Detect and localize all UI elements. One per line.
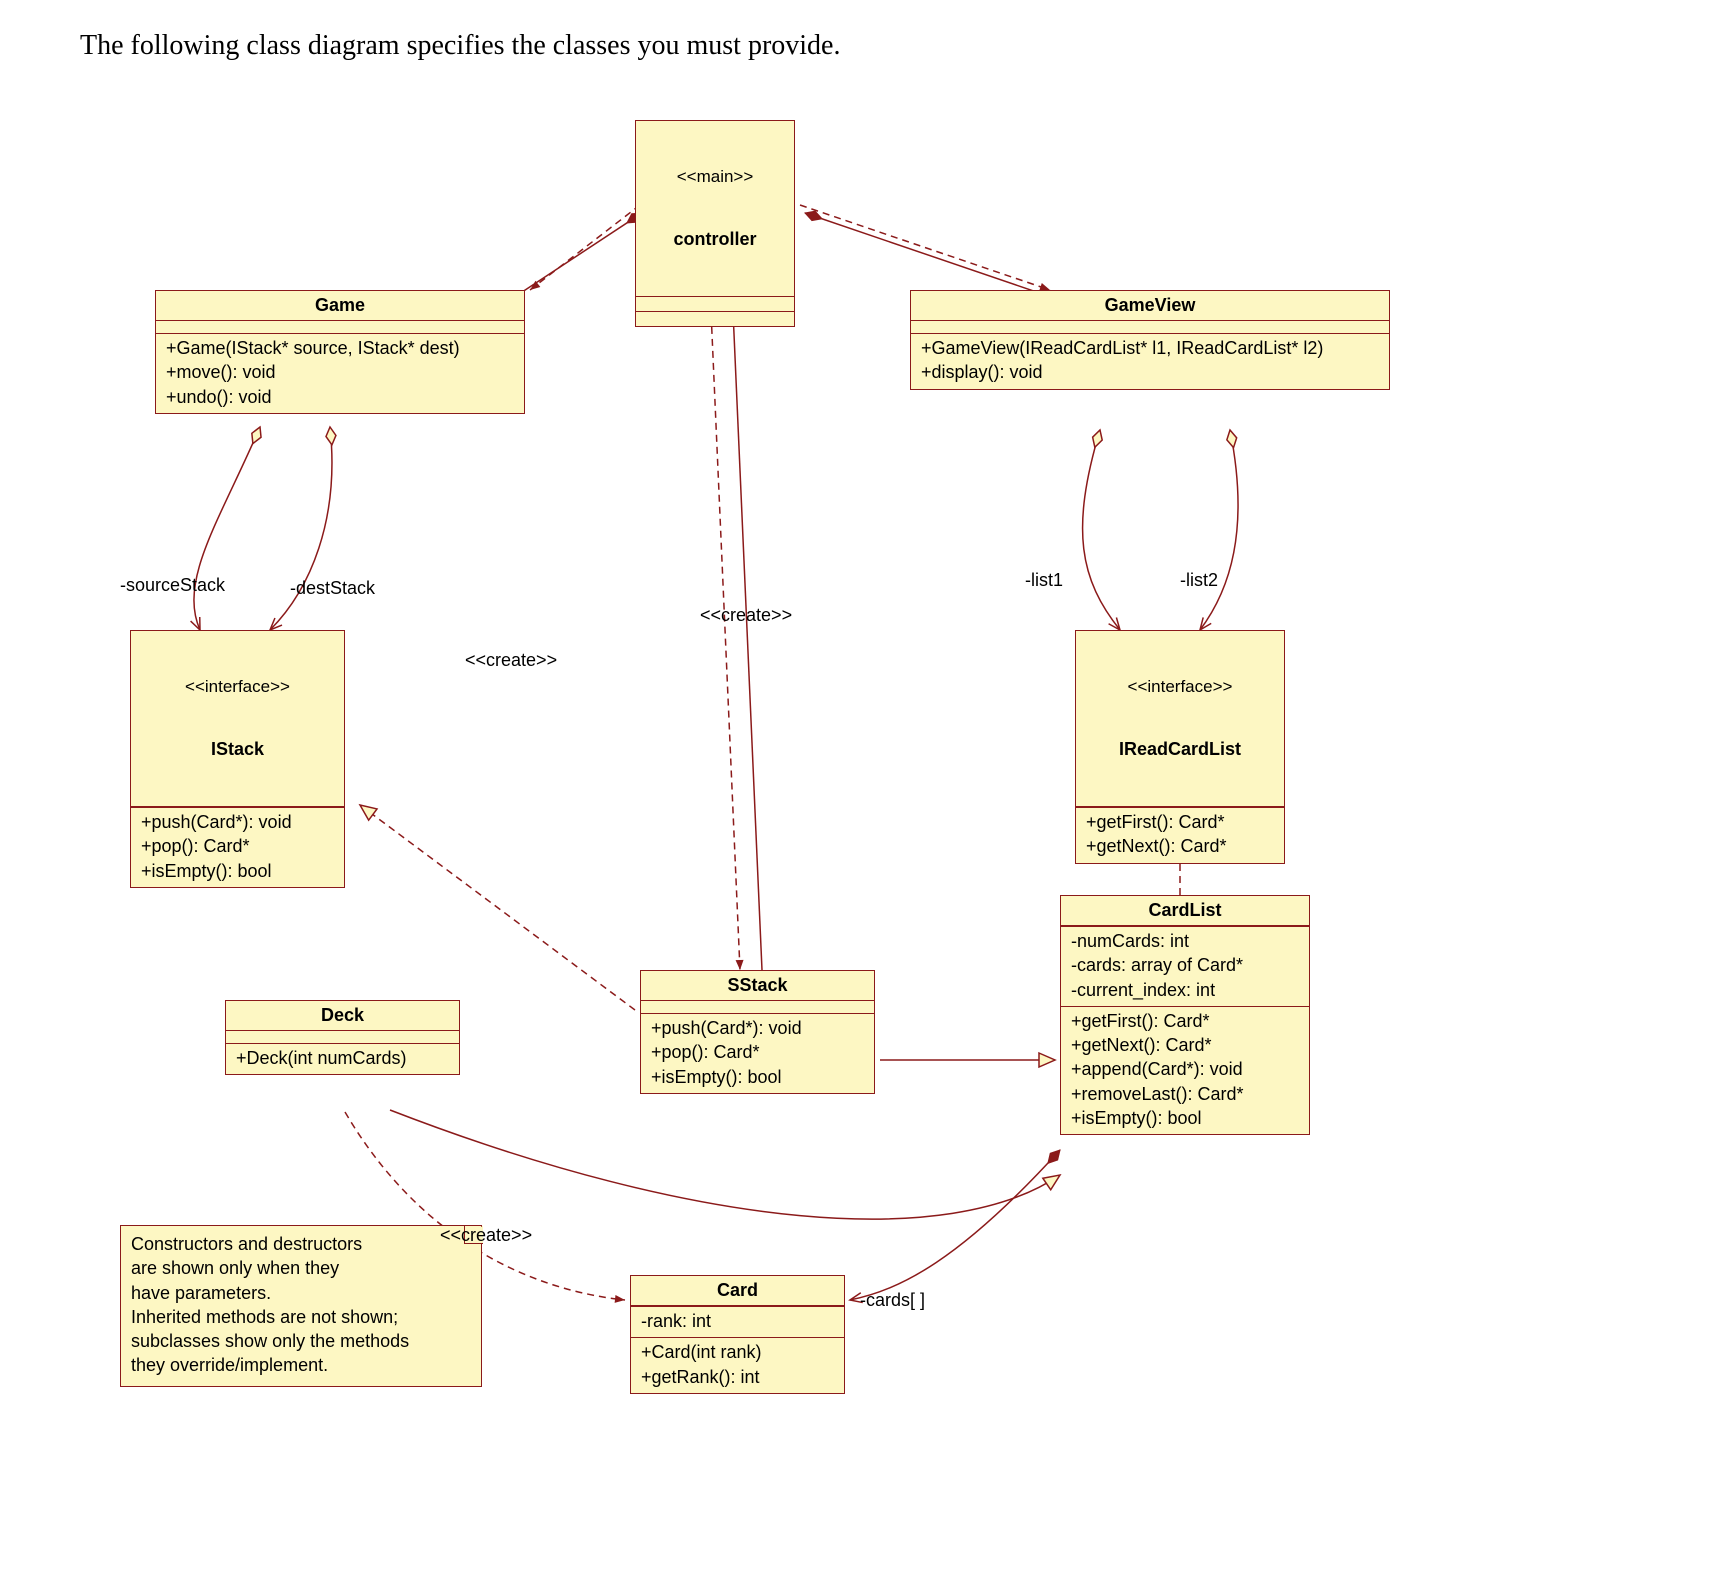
label-sourcestack: -sourceStack — [120, 575, 225, 596]
ireadcardlist-ops: +getFirst(): Card* +getNext(): Card* — [1076, 807, 1284, 863]
label-cards: -cards[ ] — [860, 1290, 925, 1311]
ireadcardlist-name: IReadCardList — [1086, 739, 1274, 760]
deck-ops: +Deck(int numCards) — [226, 1043, 459, 1074]
cardlist-attrs: -numCards: int -cards: array of Card* -c… — [1061, 926, 1309, 1006]
caption: The following class diagram specifies th… — [80, 30, 840, 62]
class-istack: <<interface>> IStack +push(Card*): void … — [130, 630, 345, 888]
label-list1: -list1 — [1025, 570, 1063, 591]
sstack-name: SStack — [641, 971, 874, 1001]
deck-name: Deck — [226, 1001, 459, 1031]
card-attrs: -rank: int — [631, 1306, 844, 1337]
istack-stereo: <<interface>> — [141, 677, 334, 697]
gameview-name: GameView — [911, 291, 1389, 321]
class-deck: Deck +Deck(int numCards) — [225, 1000, 460, 1075]
note-text: Constructors and destructors are shown o… — [131, 1232, 471, 1378]
class-card: Card -rank: int +Card(int rank) +getRank… — [630, 1275, 845, 1394]
controller-name: controller — [646, 229, 784, 250]
game-name: Game — [156, 291, 524, 321]
istack-ops: +push(Card*): void +pop(): Card* +isEmpt… — [131, 807, 344, 887]
controller-stereo: <<main>> — [646, 167, 784, 187]
gameview-ops: +GameView(IReadCardList* l1, IReadCardLi… — [911, 333, 1389, 389]
class-gameview: GameView +GameView(IReadCardList* l1, IR… — [910, 290, 1390, 390]
sstack-ops: +push(Card*): void +pop(): Card* +isEmpt… — [641, 1013, 874, 1093]
cardlist-ops: +getFirst(): Card* +getNext(): Card* +ap… — [1061, 1006, 1309, 1134]
cardlist-name: CardList — [1061, 896, 1309, 926]
class-game: Game +Game(IStack* source, IStack* dest)… — [155, 290, 525, 414]
class-sstack: SStack +push(Card*): void +pop(): Card* … — [640, 970, 875, 1094]
class-ireadcardlist: <<interface>> IReadCardList +getFirst():… — [1075, 630, 1285, 864]
class-controller: <<main>> controller — [635, 120, 795, 327]
ireadcardlist-stereo: <<interface>> — [1086, 677, 1274, 697]
istack-name: IStack — [141, 739, 334, 760]
card-name: Card — [631, 1276, 844, 1306]
label-create-card: <<create>> — [440, 1225, 532, 1246]
diagram-canvas: The following class diagram specifies th… — [0, 0, 1710, 1590]
label-list2: -list2 — [1180, 570, 1218, 591]
label-deststack: -destStack — [290, 578, 375, 599]
class-cardlist: CardList -numCards: int -cards: array of… — [1060, 895, 1310, 1135]
label-create-sstack: <<create>> — [465, 650, 557, 671]
label-create-sstack2: <<create>> — [700, 605, 792, 626]
note: Constructors and destructors are shown o… — [120, 1225, 482, 1387]
game-ops: +Game(IStack* source, IStack* dest) +mov… — [156, 333, 524, 413]
card-ops: +Card(int rank) +getRank(): int — [631, 1337, 844, 1393]
